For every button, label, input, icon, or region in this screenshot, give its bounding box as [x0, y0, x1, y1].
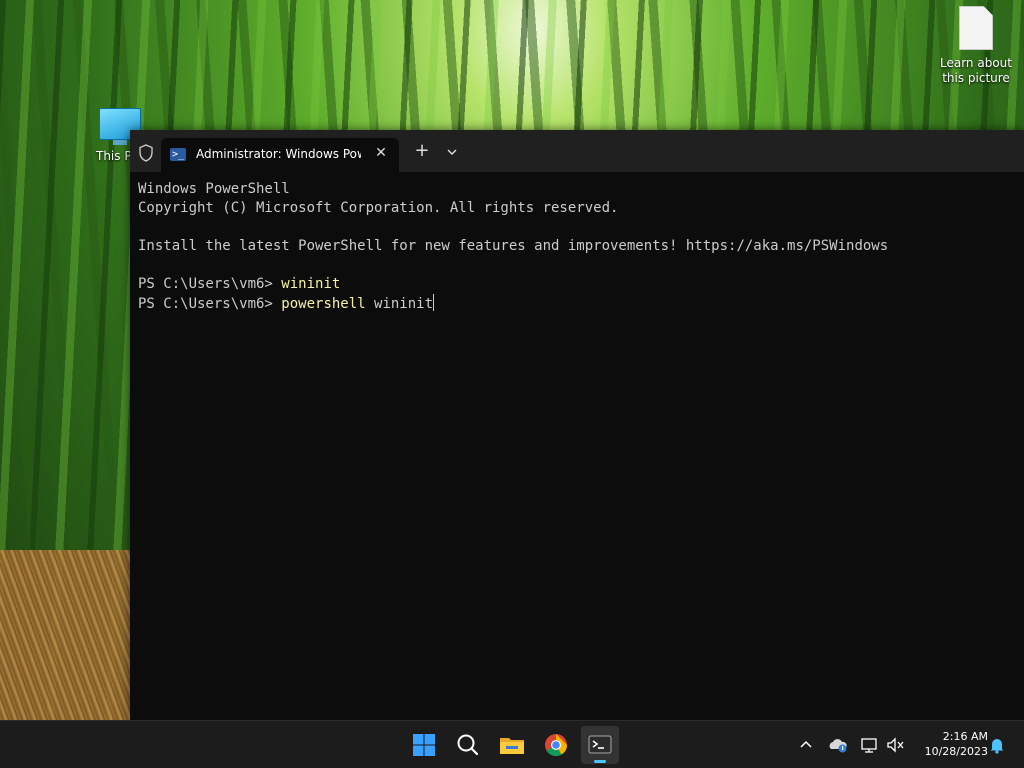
- text-cursor: [433, 294, 435, 311]
- tab-title: Administrator: Windows PowerShell: [196, 147, 361, 161]
- terminal-titlebar[interactable]: >_ Administrator: Windows PowerShell ✕ +: [130, 130, 1024, 172]
- console-line: Windows PowerShell: [138, 181, 290, 197]
- file-explorer-icon[interactable]: [493, 726, 531, 764]
- clock-time: 2:16 AM: [942, 730, 988, 743]
- desktop-icon-label: Learn about this picture: [940, 56, 1012, 85]
- clock-date: 10/28/2023: [924, 745, 988, 758]
- chevron-down-icon[interactable]: [442, 142, 462, 162]
- onedrive-icon[interactable]: [827, 734, 849, 756]
- document-icon: [959, 6, 993, 50]
- desktop-icon-learn-about-picture[interactable]: Learn about this picture: [935, 6, 1017, 86]
- search-icon[interactable]: [449, 726, 487, 764]
- wallpaper-grass: [0, 550, 140, 720]
- new-tab-button[interactable]: +: [412, 141, 432, 161]
- terminal-taskbar-button[interactable]: [581, 726, 619, 764]
- active-indicator: [594, 760, 606, 763]
- prompt: PS C:\Users\vm6>: [138, 276, 282, 292]
- terminal-icon: [588, 735, 612, 754]
- prompt: PS C:\Users\vm6>: [138, 296, 282, 312]
- chrome-icon[interactable]: [537, 726, 575, 764]
- powershell-icon: >_: [170, 148, 186, 161]
- notification-bell-icon[interactable]: [986, 734, 1008, 756]
- console-line: Copyright (C) Microsoft Corporation. All…: [138, 200, 619, 216]
- command-argument: wininit: [365, 296, 434, 312]
- terminal-window[interactable]: >_ Administrator: Windows PowerShell ✕ +…: [130, 130, 1024, 720]
- network-icon[interactable]: [858, 734, 880, 756]
- windows-start-icon[interactable]: [405, 726, 443, 764]
- system-clock[interactable]: 2:16 AM 10/28/2023: [912, 729, 988, 759]
- shield-icon: [139, 144, 153, 162]
- command-text: wininit: [281, 276, 341, 292]
- tab-close-button[interactable]: ✕: [371, 143, 391, 163]
- volume-muted-icon[interactable]: [885, 734, 907, 756]
- console-output[interactable]: Windows PowerShell Copyright (C) Microso…: [138, 180, 1018, 314]
- command-text: powershell: [281, 296, 366, 312]
- console-line: Install the latest PowerShell for new fe…: [138, 238, 889, 254]
- taskbar: 2:16 AM 10/28/2023: [0, 720, 1024, 768]
- chevron-up-icon[interactable]: [795, 734, 817, 756]
- tab-administrator-powershell[interactable]: >_ Administrator: Windows PowerShell ✕: [161, 138, 399, 172]
